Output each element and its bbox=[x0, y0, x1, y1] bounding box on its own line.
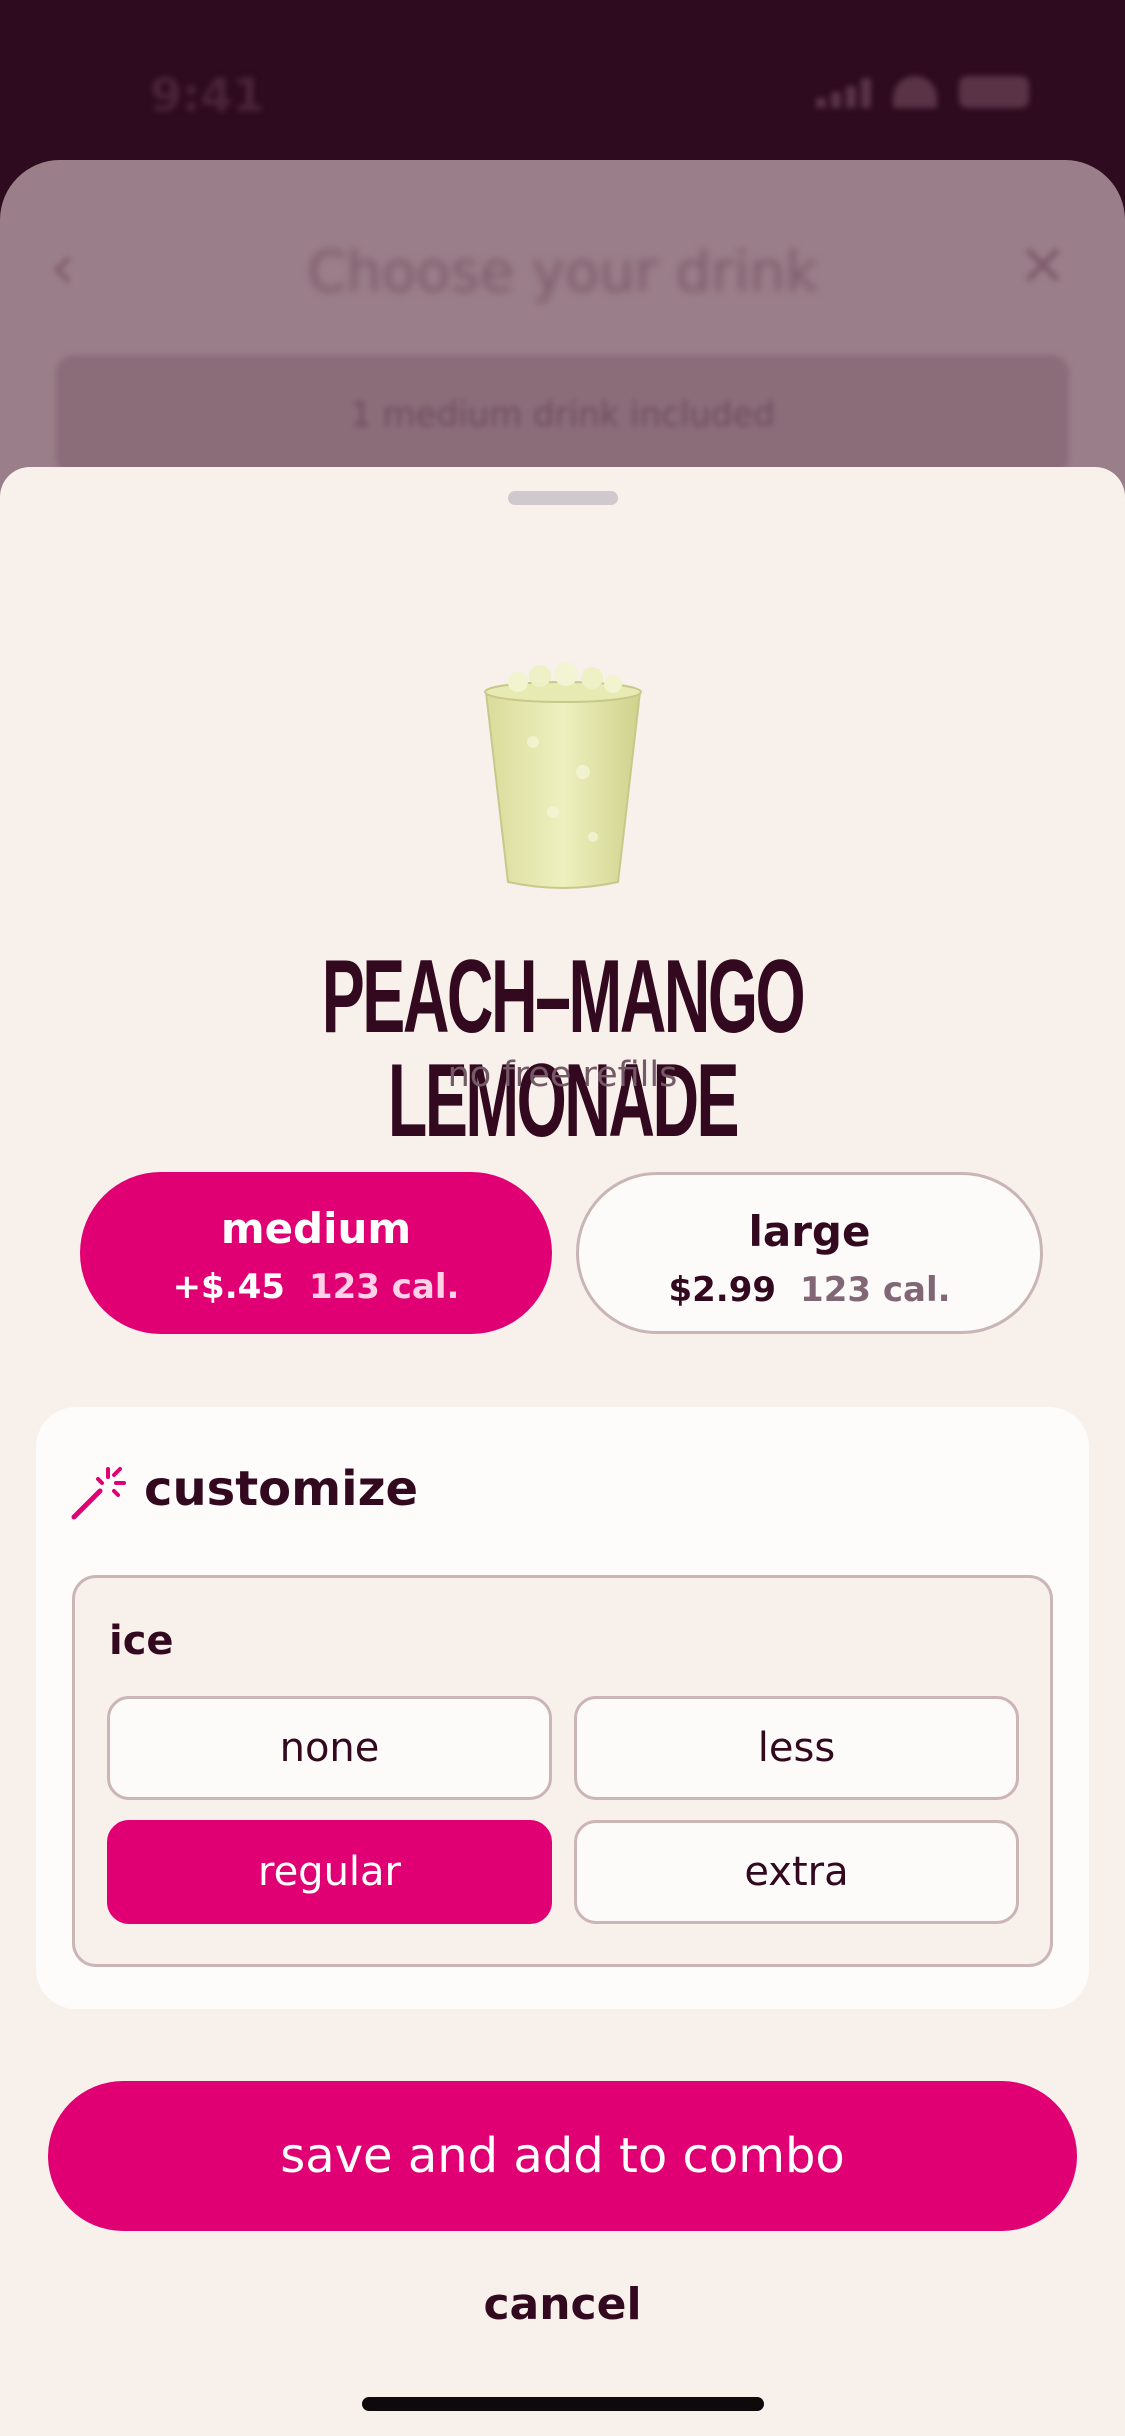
ice-option-less[interactable]: less bbox=[574, 1696, 1019, 1800]
size-price: +$.45 bbox=[172, 1267, 285, 1307]
drink-name: PEACH–MANGO LEMONADE bbox=[321, 939, 806, 1159]
background-screen: 9:41 ‹ Choose your drink ✕ 1 medium drin… bbox=[0, 0, 1125, 560]
status-icons bbox=[816, 76, 1029, 108]
cellular-signal-icon bbox=[816, 78, 871, 108]
customize-title: customize bbox=[144, 1461, 419, 1517]
size-meta: +$.45 123 cal. bbox=[80, 1267, 552, 1307]
size-meta: $2.99 123 cal. bbox=[579, 1270, 1040, 1310]
customize-card: customize ice none less regular extra bbox=[36, 1407, 1089, 2009]
sheet-grabber[interactable] bbox=[508, 491, 618, 505]
drink-detail-sheet: PEACH–MANGO LEMONADE no free refills med… bbox=[0, 467, 1125, 2436]
drink-image bbox=[484, 662, 642, 889]
save-and-add-button[interactable]: save and add to combo bbox=[48, 2081, 1077, 2231]
ice-option-extra[interactable]: extra bbox=[574, 1820, 1019, 1924]
wifi-icon bbox=[893, 76, 937, 108]
status-time: 9:41 bbox=[150, 68, 265, 122]
ice-option-group: ice none less regular extra bbox=[72, 1575, 1053, 1967]
size-label: large bbox=[748, 1207, 871, 1256]
size-price: $2.99 bbox=[668, 1270, 777, 1310]
magic-wand-icon bbox=[71, 1467, 126, 1520]
size-option-medium[interactable]: medium +$.45 123 cal. bbox=[80, 1172, 552, 1334]
cancel-button[interactable]: cancel bbox=[0, 2279, 1125, 2330]
size-calories: 123 cal. bbox=[800, 1270, 951, 1310]
ice-option-none[interactable]: none bbox=[107, 1696, 552, 1800]
background-banner: 1 medium drink included bbox=[56, 355, 1069, 475]
battery-icon bbox=[959, 76, 1029, 108]
ice-label: ice bbox=[109, 1618, 174, 1664]
close-icon: ✕ bbox=[1018, 232, 1067, 300]
background-title: Choose your drink bbox=[307, 240, 818, 305]
status-bar: 9:41 bbox=[0, 0, 1125, 150]
size-calories: 123 cal. bbox=[308, 1267, 460, 1307]
size-option-large[interactable]: large $2.99 123 cal. bbox=[576, 1172, 1043, 1334]
home-indicator bbox=[362, 2397, 764, 2411]
drink-note: no free refills bbox=[447, 1055, 678, 1095]
size-label: medium bbox=[220, 1204, 412, 1253]
ice-option-regular[interactable]: regular bbox=[107, 1820, 552, 1924]
